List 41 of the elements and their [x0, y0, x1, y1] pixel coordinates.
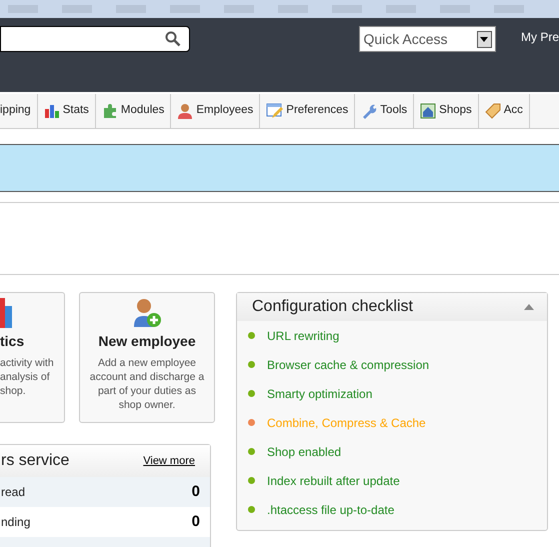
- panel-title: rs service: [0, 451, 70, 471]
- pencil-window-icon: [266, 103, 284, 119]
- tag-icon: [484, 103, 501, 119]
- bar-chart-icon: [44, 103, 60, 119]
- menu-tab[interactable]: Stats: [38, 94, 96, 128]
- menu-tab[interactable]: ipping: [0, 94, 38, 128]
- card-description: Add a new employee account and discharge a part of your duties as shop owner.: [88, 356, 206, 412]
- menu-tab[interactable]: Preferences: [260, 94, 356, 128]
- person-icon: [177, 103, 194, 119]
- stat-value: 0: [192, 512, 200, 532]
- shortcut-card[interactable]: tics activity with analysis of shop.: [0, 292, 65, 423]
- collapse-arrow-icon[interactable]: [524, 304, 534, 310]
- menu-tab[interactable]: Tools: [355, 94, 414, 128]
- checklist-item[interactable]: Shop enabled: [267, 442, 342, 460]
- search-field[interactable]: [0, 26, 190, 52]
- stat-value: 0: [192, 482, 200, 502]
- quick-access-select[interactable]: Quick Access: [358, 26, 496, 52]
- checklist-title: Configuration checklist: [252, 297, 413, 317]
- checklist-item[interactable]: URL rewriting: [267, 326, 340, 344]
- checklist-item[interactable]: Index rebuilt after update: [267, 472, 400, 490]
- stat-label: read: [1, 484, 26, 501]
- shortcut-card[interactable]: New employee Add a new employee account and discharge a part of your duties as shop owner.: [79, 292, 215, 423]
- menu-tab[interactable]: Employees: [171, 94, 260, 128]
- bar-chart-icon: [0, 298, 12, 328]
- menu-tab[interactable]: Acc: [478, 94, 530, 128]
- person-add-icon: [133, 298, 161, 328]
- card-title: tics: [0, 332, 24, 351]
- card-description: activity with analysis of shop.: [0, 356, 55, 398]
- menu-tab[interactable]: Modules: [96, 94, 172, 128]
- view-more-link[interactable]: View more: [143, 452, 195, 470]
- puzzle-icon: [102, 103, 118, 119]
- search-icon: [164, 31, 180, 47]
- wrench-icon: [361, 103, 378, 119]
- stat-label: nding: [1, 514, 30, 531]
- checklist-item[interactable]: Browser cache & compression: [267, 356, 430, 374]
- profile-link[interactable]: My Pre: [520, 28, 559, 46]
- checklist-item[interactable]: Smarty optimization: [267, 384, 372, 402]
- house-icon: [420, 103, 436, 119]
- card-title: New employee: [98, 332, 196, 351]
- menu-tab[interactable]: Shops: [414, 94, 479, 128]
- checklist-item[interactable]: .htaccess file up-to-date: [267, 500, 394, 518]
